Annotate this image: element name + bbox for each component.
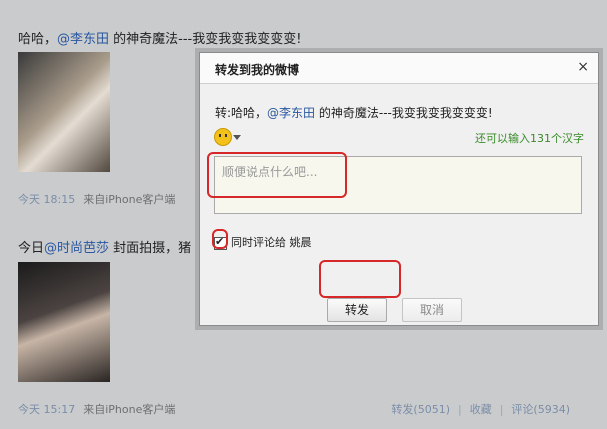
- post-time-link[interactable]: 今天 18:15: [18, 193, 75, 206]
- remaining-chars: 还可以输入131个汉字: [475, 132, 584, 145]
- divider: |: [499, 403, 504, 416]
- post-image-2[interactable]: [18, 262, 110, 382]
- mention-link[interactable]: @李东田: [267, 106, 315, 120]
- post-text-prefix: 哈哈，: [18, 32, 58, 47]
- quote-prefix: 转:哈哈，: [215, 106, 268, 120]
- also-comment-label: 同时评论给 姚晨: [231, 236, 312, 249]
- quoted-text: 转:哈哈，@李东田 的神奇魔法---我变我变我变变变!: [215, 104, 493, 121]
- post-text-2: 今日@时尚芭莎 封面拍摄，猪: [18, 237, 191, 256]
- also-comment-checkbox[interactable]: [214, 235, 227, 250]
- emoji-icon[interactable]: [214, 128, 232, 146]
- post-source[interactable]: 来自iPhone客户端: [83, 403, 175, 416]
- quote-suffix: 的神奇魔法---我变我变我变变变!: [315, 106, 493, 120]
- post-text-1: 哈哈，@李东田 的神奇魔法---我变我变我变变变!: [18, 28, 301, 47]
- post-text-prefix: 今日: [18, 241, 45, 256]
- repost-dialog: 转发到我的微博 × 转:哈哈，@李东田 的神奇魔法---我变我变我变变变! 还可…: [199, 52, 599, 326]
- close-icon[interactable]: ×: [577, 59, 589, 75]
- dialog-title: 转发到我的微博: [215, 63, 300, 77]
- post-meta-1: 今天 18:15 来自iPhone客户端: [18, 191, 175, 207]
- post-text-suffix: 封面拍摄，猪: [109, 241, 192, 256]
- comment-link[interactable]: 评论(5934): [511, 403, 570, 416]
- post-time-link[interactable]: 今天 15:17: [18, 403, 75, 416]
- post-source[interactable]: 来自iPhone客户端: [83, 193, 175, 206]
- also-comment-option[interactable]: 同时评论给 姚晨: [214, 234, 312, 250]
- post-meta-2: 今天 15:17 来自iPhone客户端: [18, 401, 175, 417]
- repost-button[interactable]: 转发: [327, 298, 387, 322]
- dialog-header: 转发到我的微博 ×: [200, 53, 598, 84]
- cancel-button[interactable]: 取消: [402, 298, 462, 322]
- mention-link[interactable]: @李东田: [57, 32, 109, 47]
- favorite-link[interactable]: 收藏: [470, 403, 492, 416]
- post-actions: 转发(5051) | 收藏 | 评论(5934): [387, 401, 574, 417]
- post-image-1[interactable]: [18, 52, 110, 172]
- divider: |: [457, 403, 462, 416]
- repost-link[interactable]: 转发(5051): [391, 403, 450, 416]
- post-text-suffix: 的神奇魔法---我变我变我变变变!: [109, 32, 302, 47]
- chevron-down-icon[interactable]: [233, 135, 241, 140]
- comment-textarea[interactable]: 顺便说点什么吧...: [214, 156, 582, 214]
- mention-link[interactable]: @时尚芭莎: [44, 241, 109, 256]
